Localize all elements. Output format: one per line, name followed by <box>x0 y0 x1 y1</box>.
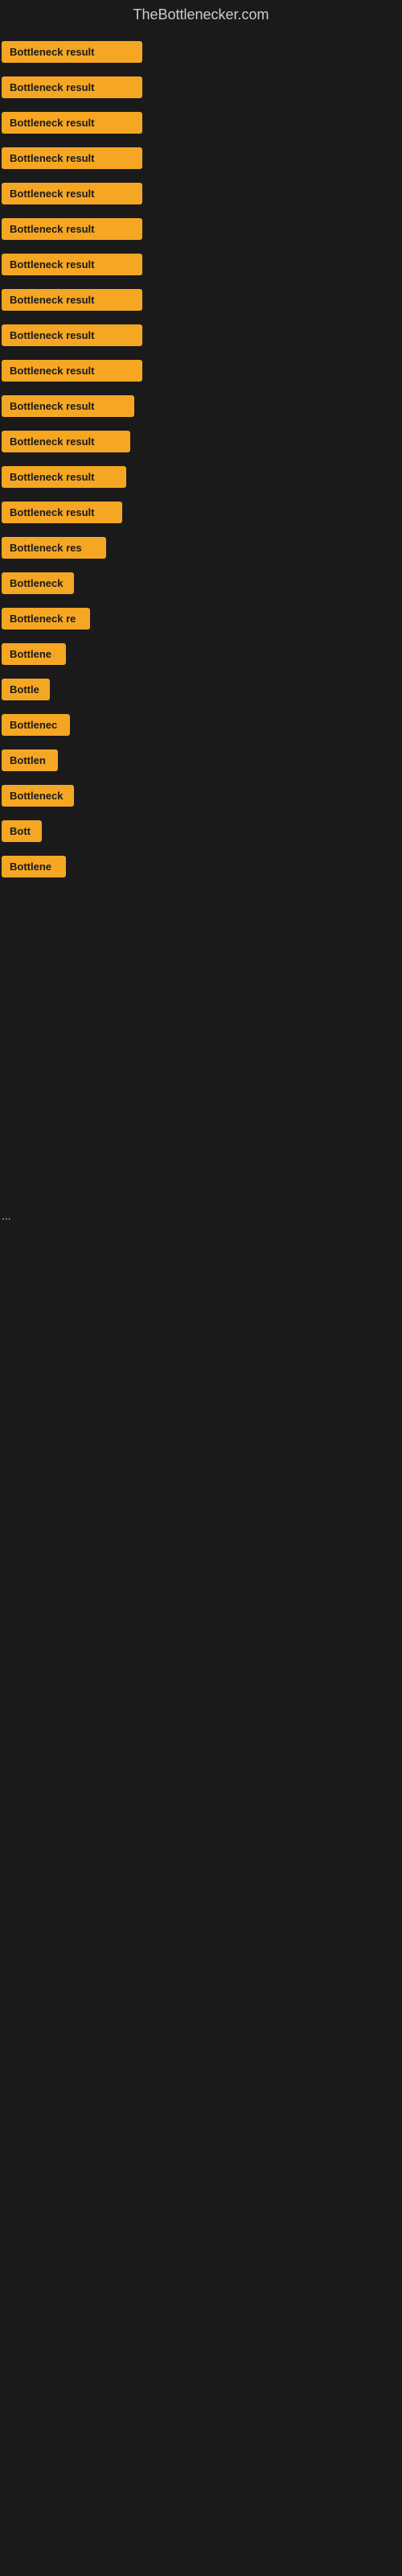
spacer <box>0 1013 402 1077</box>
list-item: Bottleneck result <box>0 388 402 423</box>
list-item: Bottleneck result <box>0 459 402 494</box>
spacer <box>0 1418 402 1467</box>
bottleneck-badge[interactable]: Bottleneck result <box>2 76 142 98</box>
list-item: Bottleneck result <box>0 282 402 317</box>
list-item: Bottleneck result <box>0 211 402 246</box>
bottleneck-badge[interactable]: Bottleneck result <box>2 289 142 311</box>
bottleneck-badge[interactable]: Bottleneck res <box>2 537 106 559</box>
site-title-text: TheBottlenecker.com <box>133 6 269 23</box>
bottleneck-badge[interactable]: Bottleneck result <box>2 218 142 240</box>
spacer <box>0 1757 402 1805</box>
list-item: Bott <box>0 813 402 848</box>
spacer <box>0 1515 402 1563</box>
spacer <box>0 1274 402 1322</box>
bottleneck-badge[interactable]: Bottlene <box>2 856 66 877</box>
list-item: Bottlen <box>0 742 402 778</box>
list-item: Bottleneck result <box>0 246 402 282</box>
spacer <box>0 1901 402 1950</box>
bottleneck-badge[interactable]: Bottleneck result <box>2 395 134 417</box>
spacer <box>0 1370 402 1418</box>
spacer <box>0 1225 402 1274</box>
list-item: Bottleneck result <box>0 423 402 459</box>
bottleneck-badge[interactable]: Bottleneck result <box>2 183 142 204</box>
list-item: Bottleneck result <box>0 175 402 211</box>
spacer <box>0 1322 402 1370</box>
spacer <box>0 1141 402 1206</box>
bottleneck-list: Bottleneck result Bottleneck result Bottle… <box>0 30 402 1954</box>
ellipsis-mark: ... <box>0 1206 402 1225</box>
list-item: Bottleneck result <box>0 353 402 388</box>
bottleneck-badge[interactable]: Bottleneck <box>2 572 74 594</box>
bottleneck-badge[interactable]: Bottleneck result <box>2 502 122 523</box>
spacer <box>0 1612 402 1660</box>
list-item: Bottleneck result <box>0 69 402 105</box>
bottleneck-badge[interactable]: Bottleneck result <box>2 324 142 346</box>
spacer <box>0 948 402 1013</box>
bottleneck-badge[interactable]: Bottleneck result <box>2 360 142 382</box>
spacer <box>0 884 402 948</box>
list-item: Bottlene <box>0 848 402 884</box>
list-item: Bottleneck result <box>0 494 402 530</box>
site-title: TheBottlenecker.com <box>0 0 402 30</box>
list-item: Bottleneck result <box>0 140 402 175</box>
spacer <box>0 1077 402 1141</box>
spacer <box>0 1467 402 1515</box>
spacer <box>0 1853 402 1901</box>
list-item: Bottle <box>0 671 402 707</box>
bottleneck-badge[interactable]: Bottleneck result <box>2 254 142 275</box>
bottleneck-badge[interactable]: Bottleneck result <box>2 41 142 63</box>
bottleneck-badge[interactable]: Bottle <box>2 679 50 700</box>
bottleneck-badge[interactable]: Bottlene <box>2 643 66 665</box>
bottleneck-badge[interactable]: Bott <box>2 820 42 842</box>
bottleneck-badge[interactable]: Bottleneck result <box>2 466 126 488</box>
spacer <box>0 1563 402 1612</box>
list-item: Bottleneck result <box>0 34 402 69</box>
list-item: Bottlenec <box>0 707 402 742</box>
bottleneck-badge[interactable]: Bottlenec <box>2 714 70 736</box>
bottleneck-badge[interactable]: Bottlen <box>2 749 58 771</box>
bottleneck-badge[interactable]: Bottleneck re <box>2 608 90 630</box>
spacer <box>0 1805 402 1853</box>
spacer <box>0 1660 402 1708</box>
spacer <box>0 1708 402 1757</box>
list-item: Bottleneck result <box>0 317 402 353</box>
list-item: Bottleneck re <box>0 601 402 636</box>
list-item: Bottleneck <box>0 565 402 601</box>
bottleneck-badge[interactable]: Bottleneck result <box>2 147 142 169</box>
list-item: Bottleneck result <box>0 105 402 140</box>
list-item: Bottleneck res <box>0 530 402 565</box>
list-item: Bottleneck <box>0 778 402 813</box>
list-item: Bottlene <box>0 636 402 671</box>
bottleneck-badge[interactable]: Bottleneck result <box>2 112 142 134</box>
bottleneck-badge[interactable]: Bottleneck result <box>2 431 130 452</box>
bottleneck-badge[interactable]: Bottleneck <box>2 785 74 807</box>
